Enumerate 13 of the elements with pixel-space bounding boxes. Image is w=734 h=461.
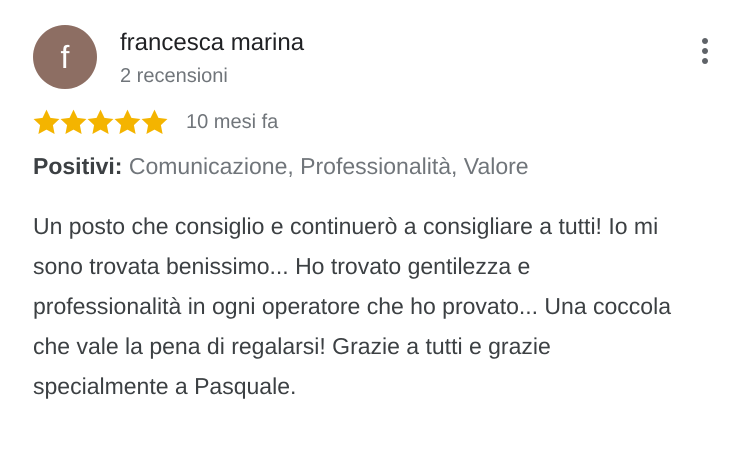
star-icon bbox=[33, 109, 60, 135]
star-icon bbox=[60, 109, 87, 135]
positives-label: Positivi: bbox=[33, 153, 122, 179]
star-icon bbox=[141, 109, 168, 135]
positives-list: Comunicazione, Professionalità, Valore bbox=[128, 153, 529, 179]
star-icon bbox=[114, 109, 141, 135]
star-icon bbox=[87, 109, 114, 135]
author-name: francesca marina bbox=[120, 29, 306, 57]
review-text: Un posto che consiglio e continuerò a consigliare a tutti! Io mi sono trovata benissimo... Ho trovato gentilezza e professionalità in ogni operatore che ho provato... Una coccola che vale la pena di regalarsi! Grazie a tutti e grazie specialmente a Pasquale. bbox=[33, 212, 672, 401]
avatar: f bbox=[33, 25, 97, 89]
review-time: 10 mesi fa bbox=[186, 110, 278, 134]
review-count: 2 recensioni bbox=[120, 65, 229, 88]
more-options-icon[interactable] bbox=[701, 37, 709, 65]
